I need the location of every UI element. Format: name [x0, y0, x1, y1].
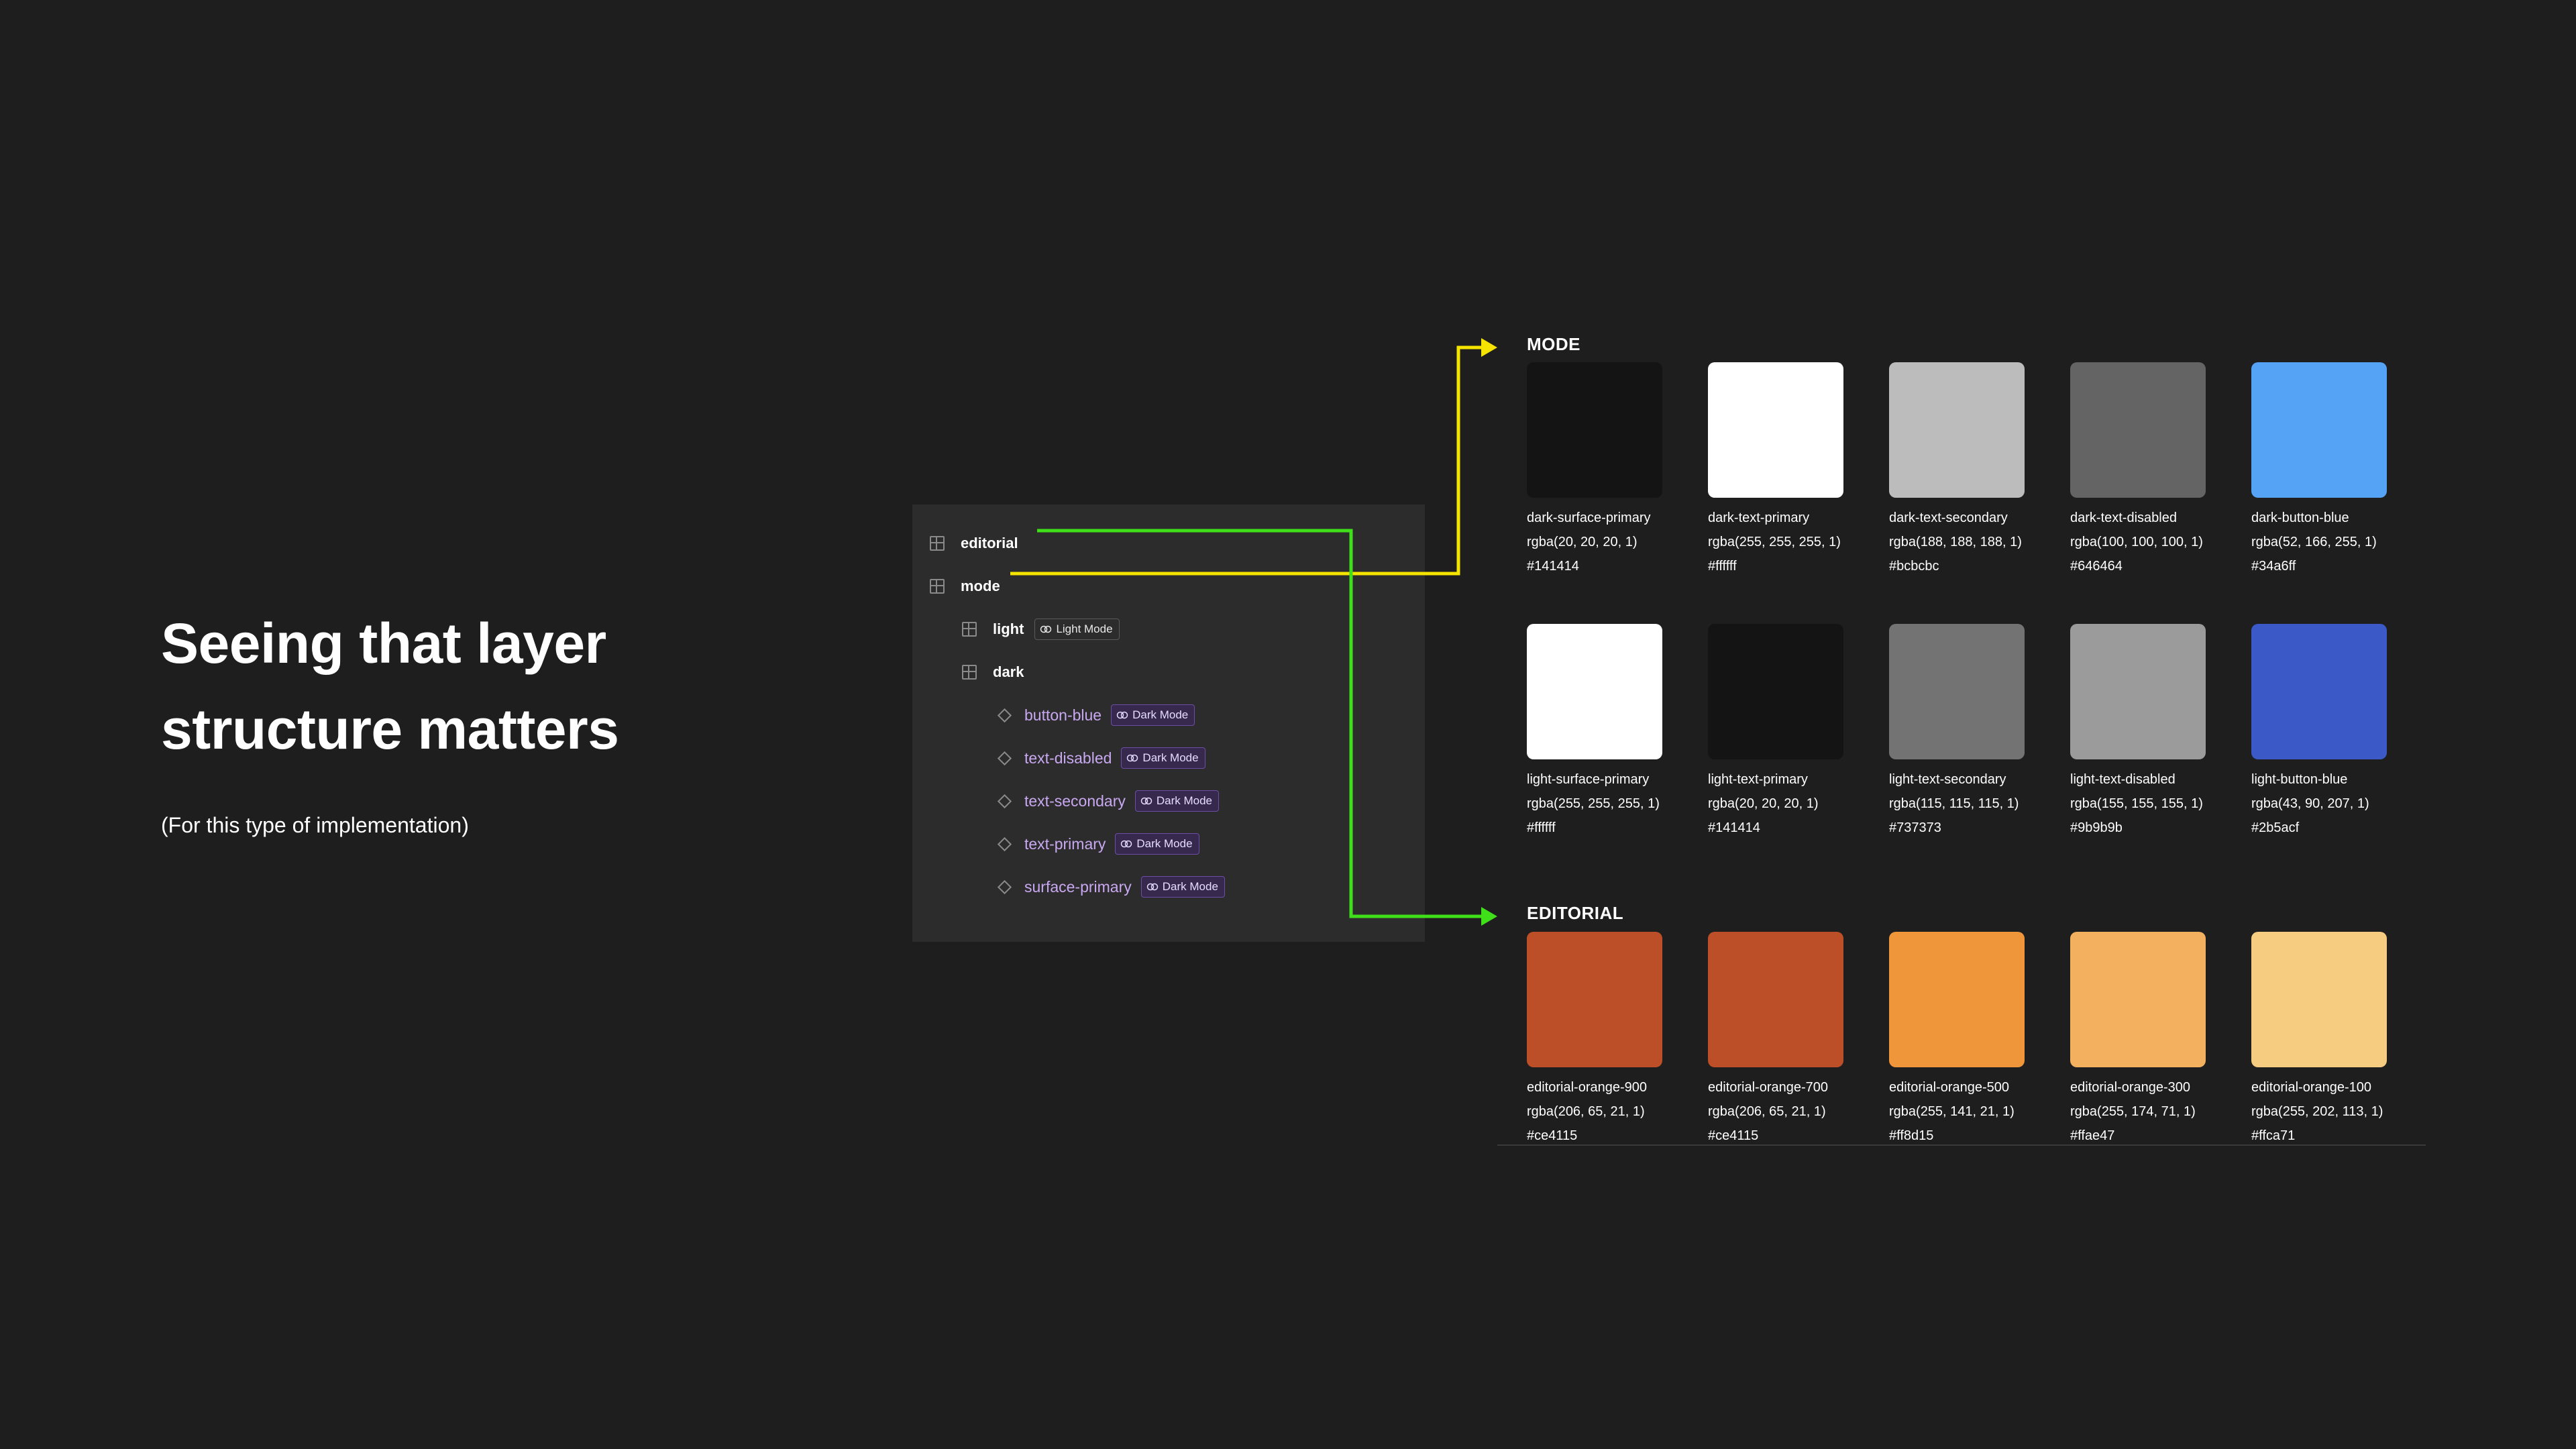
swatch-name: editorial-orange-700: [1708, 1080, 1829, 1095]
color-swatch[interactable]: dark-button-blue rgba(52, 166, 255, 1) #34…: [2251, 362, 2432, 578]
swatch-rgba: rgba(100, 100, 100, 1): [2070, 535, 2203, 549]
swatch-hex: #ffffff: [1708, 559, 1737, 574]
swatch-hex: #ffffff: [1527, 820, 1556, 835]
color-swatch[interactable]: dark-text-primary rgba(255, 255, 255, 1) #…: [1708, 362, 1889, 578]
swatch-rgba: rgba(206, 65, 21, 1): [1708, 1104, 1826, 1119]
swatch-rgba: rgba(255, 141, 21, 1): [1889, 1104, 2015, 1119]
swatch-chip[interactable]: [2251, 362, 2387, 498]
swatch-hex: #141414: [1527, 559, 1579, 574]
swatch-chip[interactable]: [2070, 362, 2206, 498]
swatch-rgba: rgba(43, 90, 207, 1): [2251, 796, 2369, 811]
swatch-rgba: rgba(115, 115, 115, 1): [1889, 796, 2019, 811]
color-swatch[interactable]: light-surface-primary rgba(255, 255, 255,…: [1527, 624, 1708, 840]
mode-arrow-head-icon: [1481, 338, 1497, 357]
editorial-arrow-head-icon: [1481, 907, 1497, 926]
swatch-chip[interactable]: [1708, 932, 1843, 1067]
swatch-chip[interactable]: [2070, 932, 2206, 1067]
swatch-hex: #141414: [1708, 820, 1760, 835]
mode-section-title: MODE: [1527, 334, 1580, 354]
swatch-rgba: rgba(52, 166, 255, 1): [2251, 535, 2377, 549]
swatch-name: dark-text-primary: [1708, 511, 1810, 525]
swatch-chip[interactable]: [1889, 362, 2025, 498]
swatch-hex: #34a6ff: [2251, 559, 2296, 574]
color-swatch[interactable]: light-text-disabled rgba(155, 155, 155, 1…: [2070, 624, 2251, 840]
swatch-chip[interactable]: [1527, 932, 1662, 1067]
color-swatch[interactable]: editorial-orange-300 rgba(255, 174, 71, 1…: [2070, 932, 2251, 1148]
swatch-name: dark-text-secondary: [1889, 511, 2008, 525]
swatch-name: editorial-orange-300: [2070, 1080, 2191, 1095]
swatch-hex: #737373: [1889, 820, 1941, 835]
swatch-rgba: rgba(255, 174, 71, 1): [2070, 1104, 2196, 1119]
swatch-chip[interactable]: [1889, 932, 2025, 1067]
swatch-name: dark-surface-primary: [1527, 511, 1651, 525]
swatch-chip[interactable]: [1708, 624, 1843, 759]
divider: [1497, 1144, 2426, 1146]
swatch-chip[interactable]: [1527, 624, 1662, 759]
color-swatch[interactable]: light-text-secondary rgba(115, 115, 115, …: [1889, 624, 2070, 840]
swatch-name: editorial-orange-500: [1889, 1080, 2010, 1095]
swatch-rgba: rgba(255, 202, 113, 1): [2251, 1104, 2383, 1119]
swatch-hex: #bcbcbc: [1889, 559, 1939, 574]
swatch-chip[interactable]: [1889, 624, 2025, 759]
swatch-rgba: rgba(255, 255, 255, 1): [1527, 796, 1660, 811]
swatch-name: light-text-secondary: [1889, 772, 2006, 787]
color-swatch[interactable]: dark-text-disabled rgba(100, 100, 100, 1)…: [2070, 362, 2251, 578]
color-swatch[interactable]: editorial-orange-900 rgba(206, 65, 21, 1)…: [1527, 932, 1708, 1148]
swatch-chip[interactable]: [2070, 624, 2206, 759]
swatch-chip[interactable]: [1708, 362, 1843, 498]
swatch-name: editorial-orange-100: [2251, 1080, 2372, 1095]
swatch-name: dark-text-disabled: [2070, 511, 2177, 525]
swatch-hex: #2b5acf: [2251, 820, 2300, 835]
color-swatch[interactable]: light-text-primary rgba(20, 20, 20, 1) #14…: [1708, 624, 1889, 840]
color-swatch[interactable]: light-button-blue rgba(43, 90, 207, 1) #2b…: [2251, 624, 2432, 840]
swatch-name: light-surface-primary: [1527, 772, 1650, 787]
color-swatch[interactable]: editorial-orange-500 rgba(255, 141, 21, 1…: [1889, 932, 2070, 1148]
swatch-name: light-button-blue: [2251, 772, 2348, 787]
swatch-name: light-text-disabled: [2070, 772, 2176, 787]
swatch-rgba: rgba(20, 20, 20, 1): [1527, 535, 1638, 549]
color-swatch[interactable]: dark-surface-primary rgba(20, 20, 20, 1) #…: [1527, 362, 1708, 578]
swatch-rgba: rgba(20, 20, 20, 1): [1708, 796, 1819, 811]
swatch-hex: #9b9b9b: [2070, 820, 2123, 835]
swatch-name: dark-button-blue: [2251, 511, 2349, 525]
swatch-rgba: rgba(206, 65, 21, 1): [1527, 1104, 1645, 1119]
swatch-rgba: rgba(255, 255, 255, 1): [1708, 535, 1841, 549]
swatch-name: light-text-primary: [1708, 772, 1808, 787]
swatch-hex: #646464: [2070, 559, 2123, 574]
swatch-rgba: rgba(155, 155, 155, 1): [2070, 796, 2203, 811]
swatch-chip[interactable]: [2251, 624, 2387, 759]
swatch-rgba: rgba(188, 188, 188, 1): [1889, 535, 2022, 549]
swatch-name: editorial-orange-900: [1527, 1080, 1648, 1095]
mode-connector-line: [1010, 345, 1483, 576]
color-swatch[interactable]: dark-text-secondary rgba(188, 188, 188, 1…: [1889, 362, 2070, 578]
swatch-chip[interactable]: [2251, 932, 2387, 1067]
color-swatch[interactable]: editorial-orange-700 rgba(206, 65, 21, 1)…: [1708, 932, 1889, 1148]
editorial-section-title: EDITORIAL: [1527, 903, 1624, 923]
editorial-connector-line: [1037, 529, 1483, 918]
swatch-chip[interactable]: [1527, 362, 1662, 498]
color-swatch[interactable]: editorial-orange-100 rgba(255, 202, 113, …: [2251, 932, 2432, 1148]
